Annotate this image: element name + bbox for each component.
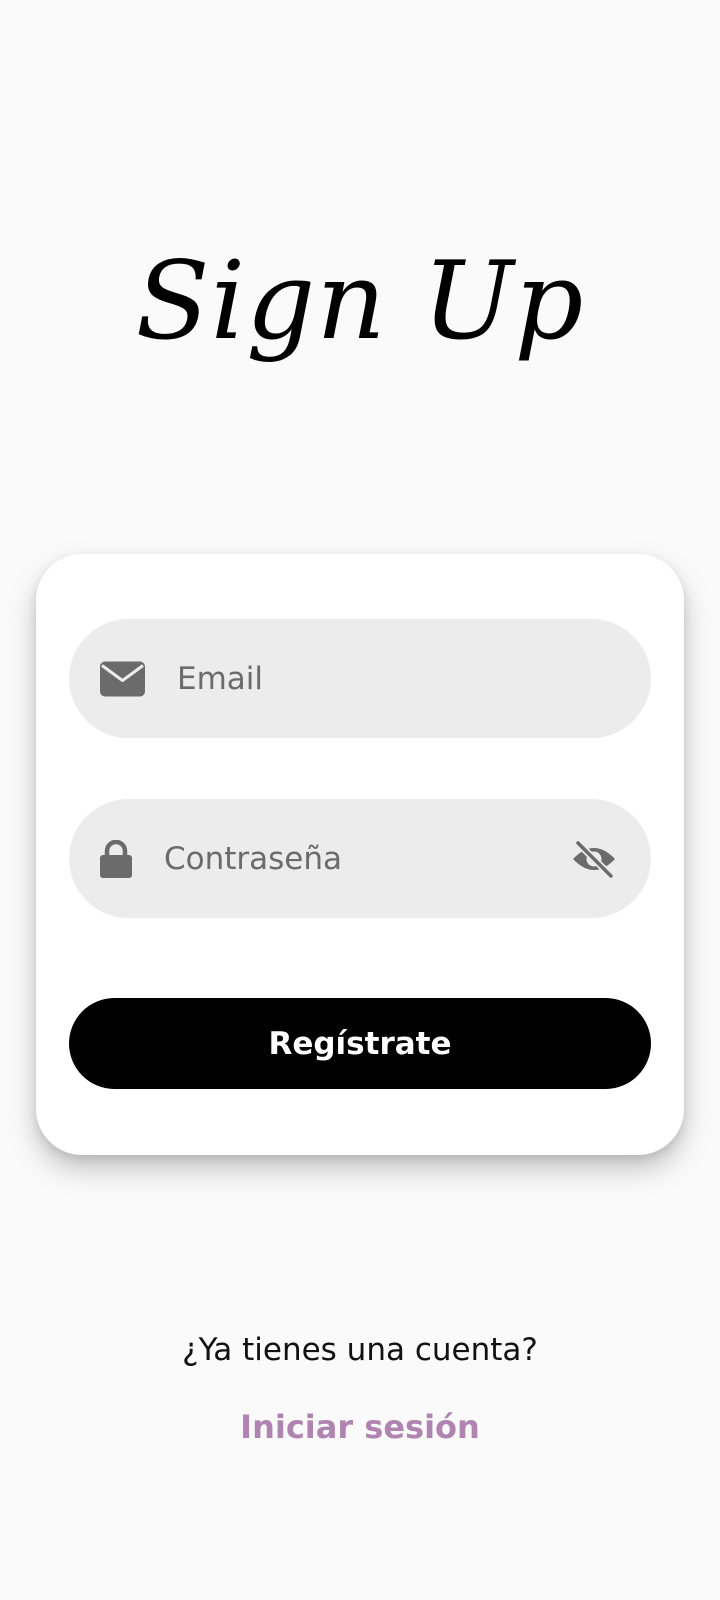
login-prompt-text: ¿Ya tienes una cuenta? bbox=[182, 1332, 538, 1368]
password-input[interactable] bbox=[164, 799, 554, 918]
page-title: Sign Up bbox=[135, 239, 585, 364]
password-field-container[interactable] bbox=[69, 799, 651, 918]
email-field-container[interactable] bbox=[69, 619, 651, 738]
login-link[interactable]: Iniciar sesión bbox=[0, 1408, 720, 1446]
register-button[interactable]: Regístrate bbox=[69, 998, 651, 1089]
signup-card: Regístrate bbox=[36, 554, 684, 1155]
eye-off-icon[interactable] bbox=[571, 839, 617, 878]
email-input[interactable] bbox=[177, 619, 617, 738]
lock-icon bbox=[100, 839, 132, 878]
mail-icon bbox=[100, 661, 145, 696]
